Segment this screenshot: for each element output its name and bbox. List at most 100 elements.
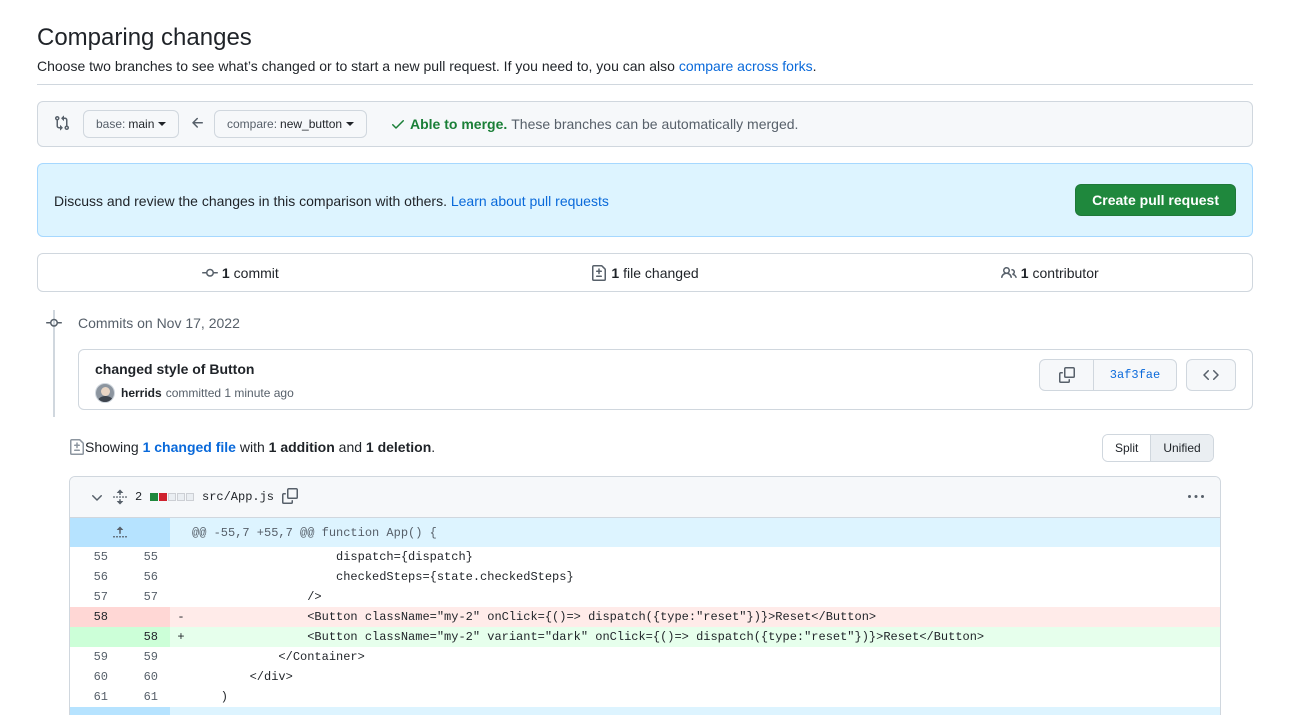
commit-item: changed style of Button herrids committe…	[78, 349, 1253, 410]
commits-label: commit	[233, 264, 279, 281]
browse-repo-button[interactable]	[1186, 359, 1236, 391]
old-line-number[interactable]: 58	[70, 607, 120, 627]
diff-sign	[170, 587, 192, 607]
copy-sha-button[interactable]	[1040, 360, 1094, 390]
git-compare-icon	[55, 115, 70, 131]
changed-files-link[interactable]: 1 changed file	[143, 439, 236, 455]
expand-down-button[interactable]	[70, 707, 170, 715]
contributors-tab[interactable]: 1 contributor	[847, 254, 1252, 291]
new-line-number[interactable]: 60	[120, 667, 170, 687]
new-line-number[interactable]: 59	[120, 647, 170, 667]
diff-line: 56 56 checkedSteps={state.checkedSteps}	[70, 567, 1220, 587]
hunk-footer	[70, 707, 1220, 715]
end-text: .	[431, 439, 436, 455]
commit-author-link[interactable]: herrids	[121, 386, 162, 400]
diff-line: 55 55 dispatch={dispatch}	[70, 547, 1220, 567]
new-line-number[interactable]	[120, 607, 170, 627]
diff-summary: Showing 1 changed file with 1 addition a…	[69, 439, 435, 455]
discuss-text: Discuss and review the changes in this c…	[54, 193, 609, 209]
code-icon	[1203, 369, 1219, 381]
old-line-number[interactable]	[70, 627, 120, 647]
change-count: 2	[135, 490, 143, 504]
compare-forks-link[interactable]: compare across forks	[679, 58, 813, 74]
code-content: </Container>	[192, 650, 365, 664]
avatar[interactable]	[95, 383, 115, 403]
merge-status-desc: These branches can be automatically merg…	[511, 116, 799, 132]
arrow-left-icon	[192, 117, 203, 128]
old-line-number[interactable]: 55	[70, 547, 120, 567]
old-line-number[interactable]: 57	[70, 587, 120, 607]
people-icon	[1000, 266, 1017, 278]
comparison-summary: 1 commit 1 file changed 1 contributor	[37, 253, 1253, 292]
compare-label: compare:	[227, 117, 278, 131]
code-content: />	[192, 590, 322, 604]
file-header: 2 src/App.js	[70, 477, 1220, 518]
code-content: <Button className="my-2" variant="dark" …	[192, 630, 985, 644]
diff-line-deleted: 58 - <Button className="my-2" onClick={()…	[70, 607, 1220, 627]
old-line-number[interactable]: 60	[70, 667, 120, 687]
new-line-number[interactable]: 58	[120, 627, 170, 647]
expand-up-button[interactable]	[70, 518, 170, 547]
commit-message-link[interactable]: changed style of Button	[95, 361, 254, 377]
old-line-number[interactable]: 61	[70, 687, 120, 707]
subtitle-end: .	[812, 58, 817, 74]
base-value: main	[128, 117, 155, 131]
commit-icon	[46, 318, 62, 327]
file-path-link[interactable]: src/App.js	[202, 490, 274, 504]
diffstat-del	[159, 493, 167, 501]
and-text: and	[334, 439, 366, 455]
contributors-count: 1	[1020, 264, 1029, 281]
chevron-down-icon[interactable]	[89, 490, 105, 506]
file-diff-icon	[70, 439, 84, 455]
unfold-icon[interactable]	[112, 489, 128, 505]
showing-text: Showing	[85, 439, 139, 455]
copy-icon	[1058, 367, 1075, 383]
base-branch-button[interactable]: base: main	[83, 110, 180, 138]
compare-branch-button[interactable]: compare: new_button	[214, 110, 368, 138]
caret-down-icon	[346, 122, 355, 126]
diffstat-bar	[150, 493, 194, 501]
create-pull-request-button[interactable]: Create pull request	[1075, 184, 1236, 216]
commits-count: 1	[221, 264, 230, 281]
commit-time: committed 1 minute ago	[165, 386, 294, 400]
kebab-horizontal-icon[interactable]	[1188, 489, 1204, 505]
new-line-number[interactable]: 57	[120, 587, 170, 607]
commit-sha-link[interactable]: 3af3fae	[1094, 360, 1176, 390]
diff-line: 61 61 )	[70, 687, 1220, 707]
new-line-number[interactable]: 61	[120, 687, 170, 707]
code-content: </div>	[192, 670, 293, 684]
check-icon	[392, 120, 404, 129]
old-line-number[interactable]: 59	[70, 647, 120, 667]
diff-lines: 55 55 dispatch={dispatch} 56 56 checkedStep…	[70, 547, 1220, 707]
merge-status: Able to merge. These branches can be aut…	[390, 116, 798, 132]
range-editor: base: main compare: new_button Able to m…	[37, 101, 1253, 147]
files-count: 1	[611, 264, 620, 281]
diff-sign	[170, 667, 192, 687]
contributors-label: contributor	[1032, 264, 1099, 281]
divider	[37, 84, 1253, 85]
old-line-number[interactable]: 56	[70, 567, 120, 587]
commits-tab[interactable]: 1 commit	[38, 254, 443, 291]
code-content: )	[192, 690, 229, 704]
compare-value: new_button	[280, 117, 343, 131]
files-tab[interactable]: 1 file changed	[443, 254, 848, 291]
learn-pr-link[interactable]: Learn about pull requests	[451, 193, 609, 209]
split-view-button[interactable]: Split	[1103, 435, 1151, 461]
copy-icon[interactable]	[282, 488, 298, 504]
diff-sign	[170, 687, 192, 707]
discuss-message: Discuss and review the changes in this c…	[54, 193, 451, 209]
deletions-count: 1 deletion	[365, 439, 432, 455]
hunk-header-text: @@ -55,7 +55,7 @@ function App() {	[192, 525, 437, 540]
diff-sign: +	[177, 630, 185, 644]
code-content: dispatch={dispatch}	[192, 550, 473, 564]
base-label: base:	[96, 117, 126, 131]
hunk-header: @@ -55,7 +55,7 @@ function App() {	[70, 518, 1220, 547]
discuss-banner: Discuss and review the changes in this c…	[37, 163, 1253, 237]
unified-view-button[interactable]: Unified	[1150, 435, 1213, 461]
diff-line: 57 57 />	[70, 587, 1220, 607]
diff-sign: -	[177, 610, 185, 624]
new-line-number[interactable]: 56	[120, 567, 170, 587]
code-content: checkedSteps={state.checkedSteps}	[192, 570, 574, 584]
new-line-number[interactable]: 55	[120, 547, 170, 567]
diff-view-toggle: Split Unified	[1102, 434, 1214, 462]
